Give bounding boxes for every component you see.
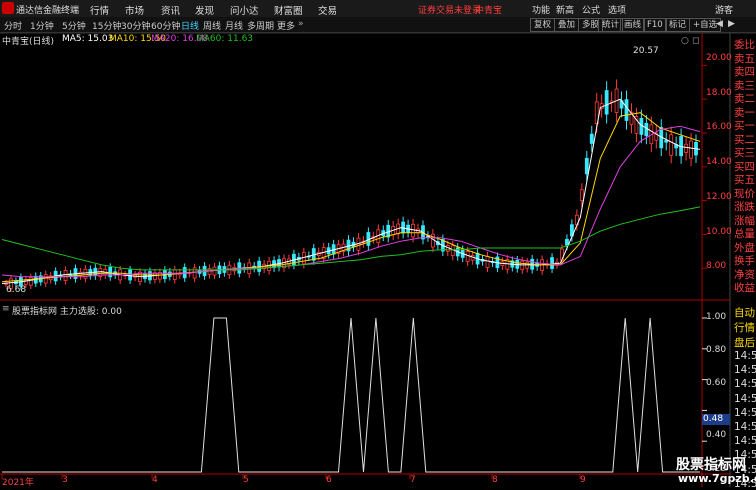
- x-tick-label: 8: [492, 475, 498, 485]
- panel-tab[interactable]: 自动: [734, 305, 755, 320]
- candle-body: [411, 223, 415, 238]
- panel-tab[interactable]: 行情: [734, 320, 755, 335]
- x-tick-label: 4: [152, 475, 158, 485]
- y-tick-label: 14.00: [706, 157, 732, 167]
- y-tick-label: 0.80: [706, 345, 727, 355]
- x-tick-label: 6: [326, 475, 332, 485]
- candle-body: [172, 269, 177, 280]
- trade-time: 14:50: [734, 364, 756, 377]
- ma5-label: MA5: 15.03: [62, 34, 114, 44]
- candle-body: [604, 90, 609, 115]
- candle-body: [624, 99, 629, 121]
- trade-time: 14:50: [734, 435, 756, 448]
- trade-time: 14:50: [734, 350, 756, 362]
- candle-body: [550, 257, 554, 269]
- watermark-url: www.7gpzb.com: [678, 472, 756, 485]
- y-tick-label: 18.00: [706, 88, 732, 98]
- cursor-value-badge: 0.48: [702, 414, 730, 425]
- ma-line-ma20: [1, 125, 701, 278]
- indicator-line-main-force: [2, 317, 700, 473]
- candle-body: [63, 270, 68, 282]
- x-tick-label: 7: [410, 475, 416, 485]
- candle-body: [23, 279, 28, 285]
- quote-field-label: 收益: [734, 282, 755, 294]
- y-tick-label: 0.60: [706, 378, 727, 388]
- candle-body: [669, 134, 674, 156]
- candle-body: [192, 267, 197, 279]
- candle-body: [212, 266, 217, 276]
- candle-body: [689, 140, 693, 159]
- chart-title: 中青宝(日线): [2, 37, 55, 47]
- y-tick-label: 1.00: [706, 312, 727, 322]
- settings-icon[interactable]: ○: [681, 36, 689, 46]
- indicator-title: 股票指标网 主力选股: 0.00: [12, 307, 122, 317]
- trade-time: 14:50: [734, 378, 756, 391]
- panel-tab[interactable]: 盘后: [734, 335, 755, 350]
- x-tick-label: 3: [62, 475, 68, 485]
- y-tick-label: 0.40: [706, 430, 727, 440]
- candle-body: [684, 143, 688, 153]
- candle-body: [28, 277, 33, 286]
- ma-line-ma60: [1, 206, 701, 271]
- y-tick-label: 20.00: [706, 53, 732, 63]
- x-tick-label: 9: [580, 475, 586, 485]
- candle-body: [584, 157, 589, 175]
- candle-body: [579, 189, 584, 202]
- high-price-label: 20.57: [633, 46, 659, 56]
- y-tick-label: 10.00: [706, 227, 732, 237]
- candle-body: [301, 252, 306, 265]
- candle-body: [43, 274, 48, 284]
- candle-body: [450, 245, 455, 256]
- x-tick-label: 2021年: [2, 478, 34, 488]
- x-tick-label: 5: [243, 475, 249, 485]
- indicator-menu-icon[interactable]: ≡: [2, 304, 10, 314]
- watermark-title: 股票指标网: [676, 457, 746, 473]
- trade-time: 14:50: [734, 406, 756, 419]
- trade-time: 14:50: [734, 392, 756, 405]
- candle-body: [565, 238, 569, 246]
- low-price-label: 6.68: [6, 285, 27, 295]
- candle-body: [485, 255, 490, 268]
- expand-icon[interactable]: ◻: [692, 36, 699, 46]
- y-tick-label: 12.00: [706, 192, 732, 202]
- y-tick-label: 8.00: [706, 261, 727, 271]
- chart-canvas: [0, 32, 756, 487]
- candle-body: [589, 133, 594, 144]
- y-tick-label: 16.00: [706, 122, 732, 132]
- candle-body: [128, 269, 133, 281]
- trade-time: 14:50: [734, 421, 756, 433]
- ma-line-ma10: [1, 112, 701, 283]
- candle-body: [465, 251, 470, 262]
- ma60-label: MA60: 11.63: [196, 34, 254, 44]
- candle-body: [644, 122, 649, 137]
